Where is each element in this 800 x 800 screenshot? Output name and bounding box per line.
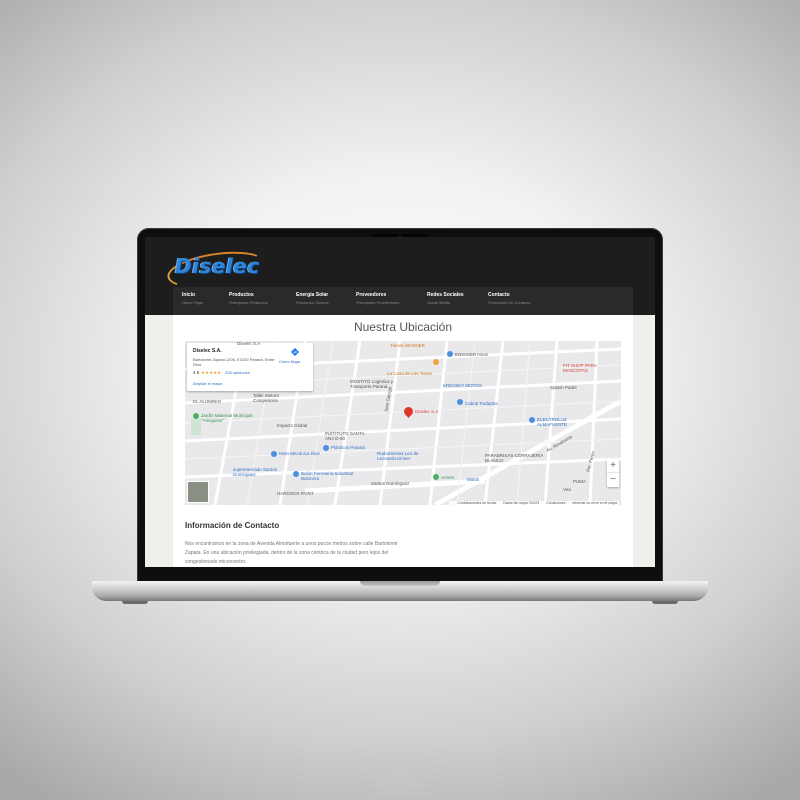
laptop-screen: Diselec Inicio Home Page Productos Princ… — [145, 237, 655, 567]
map-label: Rodamientos Leo de Leonardo Kinner — [377, 451, 419, 461]
map-label: MOSTITO Logística y Transporte Paraná — [350, 379, 394, 389]
poi-icon — [193, 413, 199, 419]
laptop-foot — [652, 601, 678, 604]
map-label: Vea — [563, 487, 571, 492]
map-label: KREVSKY MOTOS — [443, 383, 482, 388]
nav-sublabel: Formulario De Contacto — [488, 300, 531, 305]
site-logo[interactable]: Diselec — [165, 246, 277, 294]
map-label: Taller Motore Competición — [253, 393, 280, 403]
map-label: Diselec S.A — [237, 341, 261, 346]
laptop-lid: Diselec Inicio Home Page Productos Princ… — [137, 228, 663, 590]
map-label: PARABRISAS-CERRAJERÍA BLANCO — [485, 453, 544, 463]
zoom-in-icon[interactable]: + — [607, 459, 619, 473]
nav-label: Energía Solar — [296, 292, 329, 298]
report-link[interactable]: Informar un error en el mapa — [572, 501, 617, 505]
satellite-toggle[interactable] — [187, 481, 209, 503]
nav-item-productos[interactable]: Productos Principales Productos — [220, 287, 287, 315]
embedded-map[interactable]: Diselec S.A. Bartolomé Zapata 1206, E310… — [185, 341, 621, 505]
map-label: ENVASER Hoos — [455, 352, 488, 357]
poi-icon — [433, 474, 439, 480]
star-rating-icon: ★★★★★ — [201, 370, 222, 375]
map-label: ELECTROLUZ ALMAFUERTE — [537, 417, 568, 427]
nav-sublabel: Social Media — [427, 300, 450, 305]
map-label: FIT SHOP PARA MASCOTAS — [563, 363, 597, 373]
reviews-link[interactable]: 206 opiniones — [225, 370, 250, 375]
map-label: Tienda WAGNER — [390, 343, 425, 348]
map-label: Splash Padel — [550, 385, 577, 390]
map-label: supermercado Santos Dominguez — [233, 467, 278, 477]
page-title: Nuestra Ubicación — [353, 320, 453, 334]
poi-icon — [457, 399, 463, 405]
poi-icon — [271, 451, 277, 457]
map-label: HARDOCK PAINT — [277, 491, 314, 496]
nav-sublabel: Home Page — [182, 300, 204, 305]
zoom-out-icon[interactable]: − — [607, 473, 619, 487]
nav-sublabel: Productos Solares — [296, 300, 329, 305]
nav-label: Contacto — [488, 292, 510, 298]
terms-link[interactable]: Condiciones — [546, 501, 565, 505]
nav-sublabel: Principales Proveedores — [356, 300, 400, 305]
nav-label: Productos — [229, 292, 254, 298]
map-label: EL ALUMINIO — [193, 399, 222, 404]
marker-label: Diselec S.A — [415, 409, 439, 414]
main-nav: Inicio Home Page Productos Principales P… — [173, 287, 633, 315]
map-label: La Casa de Las Tortas — [387, 371, 432, 376]
poi-icon — [529, 417, 535, 423]
place-name: Diselec S.A. — [193, 348, 222, 354]
page-content: Nuestra Ubicación Diselec S.A. Bartolomé… — [173, 315, 633, 567]
map-label: Cabral Rodados — [465, 401, 498, 406]
map-data-text: Datos del mapa ©2023 — [503, 501, 540, 505]
nav-item-proveedores[interactable]: Proveedores Principales Proveedores — [347, 287, 418, 315]
logo-text: Diselec — [175, 254, 260, 278]
map-label: Plásticos Paraná — [331, 445, 365, 450]
nav-sublabel: Principales Productos — [229, 300, 268, 305]
laptop-foot — [122, 601, 148, 604]
place-rating: 4.6 — [193, 370, 200, 375]
map-attribution: Combinaciones de teclas Datos del mapa ©… — [449, 501, 619, 505]
map-info-card: Diselec S.A. Bartolomé Zapata 1206, E310… — [187, 343, 313, 391]
nav-item-redes-sociales[interactable]: Redes Sociales Social Media — [418, 287, 479, 315]
directions-icon[interactable] — [291, 348, 299, 356]
contact-heading: Información de Contacto — [185, 521, 280, 530]
contact-paragraph: Nos encontramos en la zona de Avenida Al… — [185, 541, 398, 565]
shortcuts-link[interactable]: Combinaciones de teclas — [457, 501, 496, 505]
directions-link[interactable]: Cómo llegar — [279, 359, 301, 364]
nav-item-inicio[interactable]: Inicio Home Page — [173, 287, 220, 315]
poi-icon — [433, 359, 439, 365]
site-header: Diselec Inicio Home Page Productos Princ… — [145, 237, 655, 315]
map-label: Bulón Ferretería Industrial Bulonera — [301, 471, 354, 481]
map-label: Armes — [441, 475, 455, 480]
poi-icon — [323, 445, 329, 451]
map-label: PUMA — [573, 479, 587, 484]
nav-label: Redes Sociales — [427, 292, 464, 298]
poi-icon — [447, 351, 453, 357]
enlarge-map-link[interactable]: Ampliar el mapa — [193, 381, 222, 386]
nav-label: Proveedores — [356, 292, 387, 298]
nav-item-contacto[interactable]: Contacto Formulario De Contacto — [479, 287, 569, 315]
map-label: Santos Domínguez — [371, 481, 410, 486]
laptop-opening-groove — [360, 581, 440, 586]
nav-item-energia-solar[interactable]: Energía Solar Productos Solares — [287, 287, 347, 315]
place-address: Bartolomé Zapata 1206, E3100 Paraná, Ent… — [193, 357, 275, 367]
map-label: Motos — [467, 477, 480, 482]
map-label: Jardín Maternal Municipal "Amiguitos" — [201, 413, 253, 423]
poi-icon — [293, 471, 299, 477]
map-label: Moto Mecánica Rios — [279, 451, 320, 456]
map-label: Impacto Global — [277, 423, 308, 428]
laptop-base — [92, 581, 708, 601]
map-label: INSTITUTO SANTA ANA D-90 — [325, 431, 365, 441]
zoom-controls: + − — [607, 459, 619, 487]
nav-label: Inicio — [182, 292, 196, 298]
